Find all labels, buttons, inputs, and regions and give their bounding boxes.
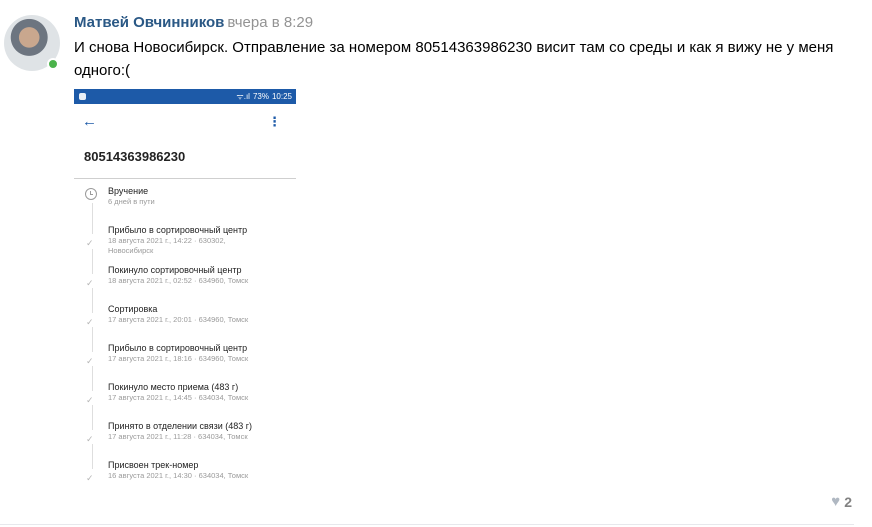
- timeline-line: [92, 327, 93, 352]
- tracking-event: ✓ Принято в отделении связи (483 г) 17 авг…: [74, 405, 296, 460]
- author-name[interactable]: Матвей Овчинников: [74, 14, 224, 31]
- attached-screenshot[interactable]: ᯤ.ıl 73% 10:25 ← ⋮ 80514363986230 Вручен…: [74, 89, 296, 487]
- timeline-line: [92, 444, 93, 469]
- post-header: Матвей Овчинников вчера в 8:29: [74, 14, 854, 32]
- tracking-event: ✓ Покинуло место приема (483 г) 17 августа…: [74, 366, 296, 421]
- event-details: 16 августа 2021 г., 14:30 · 634034, Томс…: [108, 471, 249, 480]
- timeline-line: [92, 366, 93, 391]
- app-icon: [79, 93, 86, 100]
- timeline-line: [92, 405, 93, 430]
- check-icon: ✓: [86, 473, 94, 483]
- tracking-event: ✓ Покинуло сортировочный центр 18 августа …: [74, 249, 296, 304]
- tracking-events: Вручение 6 дней в пути ✓ Прибыло в сортиров…: [74, 179, 296, 487]
- track-number: 80514363986230: [84, 149, 186, 164]
- event-title: Вручение: [108, 186, 149, 196]
- tracking-event: ✓ Сортировка 17 августа 2021 г., 20:01 · 6…: [74, 288, 296, 343]
- timeline-line: [92, 288, 93, 313]
- separator: [0, 524, 854, 525]
- status-right: ᯤ.ıl 73% 10:25: [236, 91, 292, 102]
- post-text: И снова Новосибирск. Отправление за номе…: [74, 39, 834, 79]
- event-details: 17 августа 2021 г., 14:45 · 634034, Томс…: [108, 393, 249, 402]
- tracking-event: ✓ Прибыло в сортировочный центр 18 августа…: [74, 209, 296, 265]
- tracking-event: ✓ Прибыло в сортировочный центр 17 августа…: [74, 327, 296, 382]
- timeline-line: [92, 249, 93, 274]
- post-time[interactable]: вчера в 8:29: [227, 14, 313, 31]
- timeline-line: [92, 209, 93, 234]
- event-details: 18 августа 2021 г., 14:22 · 630302,: [108, 236, 226, 245]
- battery-level: 73%: [252, 92, 269, 101]
- event-title: Покинуло сортировочный центр: [108, 265, 242, 275]
- tracking-event: ✓ Присвоен трек-номер 16 августа 2021 г., …: [74, 444, 296, 487]
- phone-clock: 10:25: [271, 92, 292, 101]
- signal-icon: ᯤ.ıl: [236, 92, 250, 101]
- phone-status-bar: ᯤ.ıl 73% 10:25: [74, 89, 296, 104]
- event-title: Присвоен трек-номер: [108, 460, 199, 470]
- event-title: Сортировка: [108, 304, 158, 314]
- event-details: 17 августа 2021 г., 20:01 · 634960, Томс…: [108, 315, 249, 324]
- phone-toolbar: ← ⋮: [74, 104, 296, 138]
- online-indicator-icon: [47, 58, 59, 70]
- event-details: 17 августа 2021 г., 18:16 · 634960, Томс…: [108, 354, 249, 363]
- clock-icon: [85, 188, 97, 200]
- tracking-event: Вручение 6 дней в пути: [74, 186, 296, 225]
- like-button[interactable]: ♥ 2: [831, 493, 852, 510]
- event-title: Прибыло в сортировочный центр: [108, 225, 248, 235]
- back-arrow-icon: ←: [82, 112, 97, 130]
- event-title: Покинуло место приема (483 г): [108, 382, 239, 392]
- event-details: 17 августа 2021 г., 11:28 · 634034, Томс…: [108, 432, 248, 441]
- event-details: 6 дней в пути: [108, 197, 155, 206]
- more-vert-icon: ⋮: [268, 113, 281, 129]
- check-icon: ✓: [86, 238, 94, 248]
- event-details: 18 августа 2021 г., 02:52 · 634960, Томс…: [108, 276, 249, 285]
- event-title: Принято в отделении связи (483 г): [108, 421, 253, 431]
- heart-icon: ♥: [831, 493, 841, 510]
- event-details-line2: Новосибирск: [108, 246, 154, 255]
- like-count: 2: [844, 493, 852, 510]
- post: Матвей Овчинников вчера в 8:29 И снова Но…: [74, 14, 854, 82]
- author-avatar[interactable]: [4, 15, 60, 71]
- event-title: Прибыло в сортировочный центр: [108, 343, 248, 353]
